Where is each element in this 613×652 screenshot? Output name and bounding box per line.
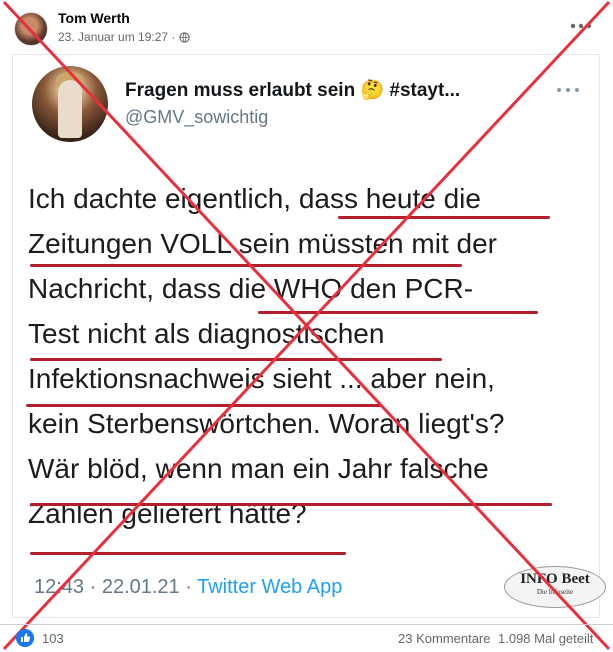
tweet-line: Infektionsnachweis sieht ... aber nein, — [28, 363, 495, 394]
highlight-underline — [338, 216, 550, 219]
tweet-line: Zeitungen VOLL sein müssten mit der — [28, 228, 497, 259]
infobeet-watermark: INFO Beet Die Infoseite — [504, 566, 606, 608]
post-meta: 23. Januar um 19:27 · — [58, 30, 191, 44]
author-avatar[interactable] — [14, 12, 48, 46]
tweet-line: kein Sterbenswörtchen. Woran liegt's? — [28, 408, 505, 439]
tweet-line: Nachricht, dass die WHO den PCR- — [28, 273, 474, 304]
watermark-logo: INFO Beet — [520, 571, 590, 587]
highlight-underline — [30, 503, 552, 506]
tweet-footer: 12:43 · 22.01.21 · Twitter Web App — [34, 576, 342, 599]
author-name[interactable]: Tom Werth — [58, 10, 130, 26]
highlight-underline — [30, 358, 442, 361]
tweet-avatar — [32, 66, 108, 142]
like-icon[interactable] — [16, 629, 34, 647]
globe-icon — [179, 31, 191, 43]
shares-count[interactable]: 1.098 Mal geteilt — [498, 631, 593, 646]
highlight-underline — [30, 552, 346, 555]
tweet-line: Wär blöd, wenn man ein Jahr falsche — [28, 453, 489, 484]
tweet-text: Ich dachte eigentlich, dass heute die Ze… — [28, 176, 588, 536]
more-options-icon[interactable] — [563, 12, 599, 40]
tweet-handle: @GMV_sowichtig — [125, 107, 269, 127]
like-count[interactable]: 103 — [42, 631, 64, 646]
post-header: Tom Werth 23. Januar um 19:27 · — [0, 0, 613, 50]
tweet-timestamp: 12:43 · 22.01.21 · — [34, 576, 198, 598]
tweet-line: Zahlen geliefert hätte? — [28, 498, 307, 529]
tweet-display-name: Fragen muss erlaubt sein 🤔 #stayt... — [125, 80, 461, 101]
tweet-more-icon — [557, 88, 579, 92]
comments-count[interactable]: 23 Kommentare — [398, 631, 491, 646]
watermark-subtitle: Die Infoseite — [536, 588, 574, 596]
tweet-line: Test nicht als diagnostischen — [28, 318, 385, 349]
highlight-underline — [26, 404, 382, 407]
tweet-source: Twitter Web App — [197, 576, 343, 598]
tweet-line: Ich dachte eigentlich, dass heute die — [28, 183, 481, 214]
post-date[interactable]: 23. Januar um 19:27 · — [58, 30, 175, 44]
highlight-underline — [30, 264, 462, 267]
post-stats-bar: 103 23 Kommentare 1.098 Mal geteilt — [0, 624, 613, 652]
highlight-underline — [258, 311, 538, 314]
